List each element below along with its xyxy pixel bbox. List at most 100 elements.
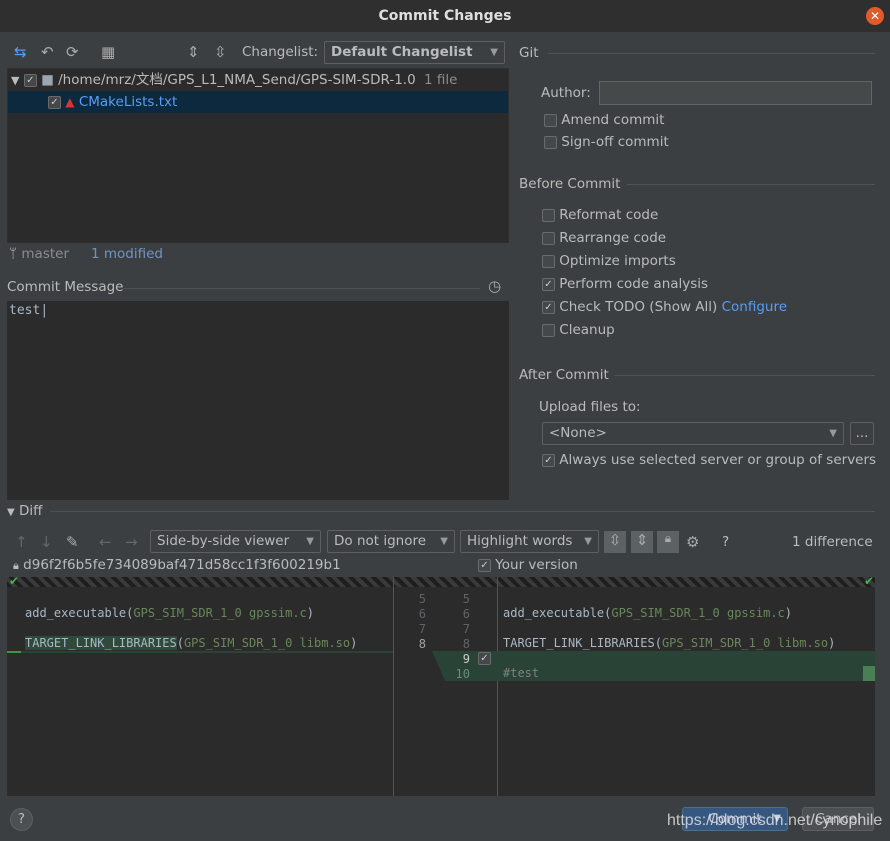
git-section-title: Git	[519, 45, 539, 61]
upload-value: <None>	[549, 425, 607, 441]
arrow-left-icon[interactable]: ←	[99, 533, 112, 551]
arrow-right-icon[interactable]: →	[125, 533, 138, 551]
viewer-value: Side-by-side viewer	[157, 533, 290, 549]
collapse-all-icon[interactable]: ⇳	[214, 43, 227, 61]
close-icon[interactable]: ✕	[866, 7, 884, 25]
diff-title: Diff	[19, 503, 43, 519]
option-label: Rearrange code	[559, 230, 667, 246]
checkbox[interactable]	[542, 323, 555, 337]
signoff-checkbox[interactable]	[544, 135, 557, 149]
arrow-down-icon[interactable]: ↓	[40, 533, 53, 551]
expand-all-icon[interactable]: ⇕	[187, 43, 200, 61]
lock-icon: 🔒︎	[13, 559, 19, 572]
file-checkbox[interactable]: ✓	[48, 95, 61, 109]
sync-scroll-icon[interactable]: ⇕	[631, 531, 653, 553]
help-icon[interactable]: ?	[722, 534, 729, 550]
left-code-line-8: TARGET_LINK_LIBRARIES(GPS_SIM_SDR_1_0 li…	[25, 636, 358, 650]
option-reformat[interactable]: Reformat code	[542, 204, 787, 227]
modified-count: 1 modified	[91, 246, 164, 262]
diff-toggle[interactable]: ▼ Diff	[7, 503, 42, 519]
history-icon[interactable]: ◷	[488, 277, 501, 295]
amend-checkbox[interactable]	[544, 113, 557, 127]
always-use-server-option[interactable]: ✓ Always use selected server or group of…	[542, 449, 876, 472]
upload-label: Upload files to:	[539, 399, 641, 415]
changelist-select[interactable]: ▼ Default Changelist	[324, 41, 505, 64]
divider	[50, 511, 875, 512]
commit-message-input[interactable]: test|	[7, 301, 509, 500]
option-rearrange[interactable]: Rearrange code	[542, 227, 787, 250]
right-revision-label: Your version	[495, 557, 578, 573]
tree-file[interactable]: ✓ ▲ CMakeLists.txt	[8, 91, 508, 113]
undo-icon[interactable]: ↶	[41, 43, 54, 61]
root-checkbox[interactable]: ✓	[23, 73, 37, 87]
lock-icon[interactable]: 🔒︎	[657, 531, 679, 553]
highlight-select[interactable]: ▼ Highlight words	[460, 530, 599, 553]
amend-commit-option[interactable]: Amend commit	[544, 109, 664, 132]
right-line-numbers: 5 6 7 8 9 10	[455, 592, 470, 681]
right-code-line-6: add_executable(GPS_SIM_SDR_1_0 gpssim.c)	[503, 606, 792, 620]
collapsed-region	[7, 577, 875, 587]
added-lines	[497, 651, 875, 681]
help-button[interactable]: ?	[10, 808, 33, 831]
refresh-icon[interactable]: ⇆	[14, 43, 27, 61]
always-label: Always use selected server or group of s…	[559, 452, 877, 468]
right-revision: ✓ Your version	[478, 557, 578, 573]
watermark: https://blog.csdn.net/cynophile	[667, 812, 883, 829]
checkbox[interactable]	[542, 254, 555, 268]
divider	[627, 184, 875, 185]
before-commit-options: Reformat code Rearrange code Optimize im…	[542, 204, 787, 342]
checkbox[interactable]: ✓	[542, 300, 555, 314]
option-label: Perform code analysis	[559, 276, 709, 292]
changes-tree[interactable]: ▼ ✓ ■ /home/mrz/文档/GPS_L1_NMA_Send/GPS-S…	[7, 68, 509, 243]
cmake-icon: ▲	[65, 95, 75, 109]
file-name: CMakeLists.txt	[78, 94, 178, 110]
ignore-select[interactable]: ▼ Do not ignore	[327, 530, 455, 553]
left-revision: 🔒︎ d96f2f6b5fe734089baf471d58cc1f3f60021…	[13, 557, 341, 573]
scroll-marker	[863, 666, 875, 681]
divider	[393, 577, 394, 796]
option-label: Optimize imports	[559, 253, 676, 269]
branch-icon: ᛘ	[9, 246, 18, 262]
chevron-down-icon: ▼	[584, 536, 592, 547]
checkbox[interactable]: ✓	[542, 277, 555, 291]
option-check-todo[interactable]: ✓ Check TODO (Show All) Configure	[542, 296, 787, 319]
author-label: Author:	[541, 85, 591, 101]
divider	[614, 375, 875, 376]
title-bar: Commit Changes	[0, 0, 890, 32]
refresh-icon[interactable]: ⟳	[66, 43, 79, 61]
chevron-down-icon: ▼	[829, 428, 837, 439]
option-label: Cleanup	[559, 322, 615, 338]
signoff-label: Sign-off commit	[561, 134, 669, 150]
checkbox[interactable]	[542, 208, 555, 222]
group-by-icon[interactable]: ▦	[101, 43, 115, 61]
tree-root[interactable]: ▼ ✓ ■ /home/mrz/文档/GPS_L1_NMA_Send/GPS-S…	[8, 69, 508, 91]
window-title: Commit Changes	[378, 8, 512, 24]
viewer-select[interactable]: ▼ Side-by-side viewer	[150, 530, 321, 553]
checkbox[interactable]	[542, 231, 555, 245]
expand-icon[interactable]: ▼	[11, 74, 19, 87]
arrow-up-icon[interactable]: ↑	[15, 533, 28, 551]
checkbox[interactable]: ✓	[542, 453, 555, 467]
amend-label: Amend commit	[561, 112, 665, 128]
left-code-line-6: add_executable(GPS_SIM_SDR_1_0 gpssim.c)	[25, 606, 314, 620]
difference-count: 1 difference	[792, 534, 873, 550]
configure-link[interactable]: Configure	[722, 299, 787, 315]
after-commit-title: After Commit	[519, 367, 609, 383]
include-line-checkbox[interactable]: ✓	[478, 652, 491, 665]
ignore-value: Do not ignore	[334, 533, 427, 549]
option-cleanup[interactable]: Cleanup	[542, 319, 787, 342]
gear-icon[interactable]: ⚙	[686, 533, 699, 551]
collapse-unchanged-icon[interactable]: ⇳	[604, 531, 626, 553]
edit-icon[interactable]: ✎	[66, 533, 79, 551]
chevron-down-icon: ▼	[306, 536, 314, 547]
browse-button[interactable]: ...	[850, 422, 874, 445]
signoff-option[interactable]: Sign-off commit	[544, 131, 669, 154]
option-code-analysis[interactable]: ✓ Perform code analysis	[542, 273, 787, 296]
option-optimize-imports[interactable]: Optimize imports	[542, 250, 787, 273]
chevron-down-icon: ▼	[490, 47, 498, 58]
author-input[interactable]	[599, 81, 872, 105]
upload-select[interactable]: ▼ <None>	[542, 422, 844, 445]
root-count: 1 file	[424, 72, 458, 88]
before-commit-title: Before Commit	[519, 176, 621, 192]
include-checkbox[interactable]: ✓	[478, 558, 491, 572]
